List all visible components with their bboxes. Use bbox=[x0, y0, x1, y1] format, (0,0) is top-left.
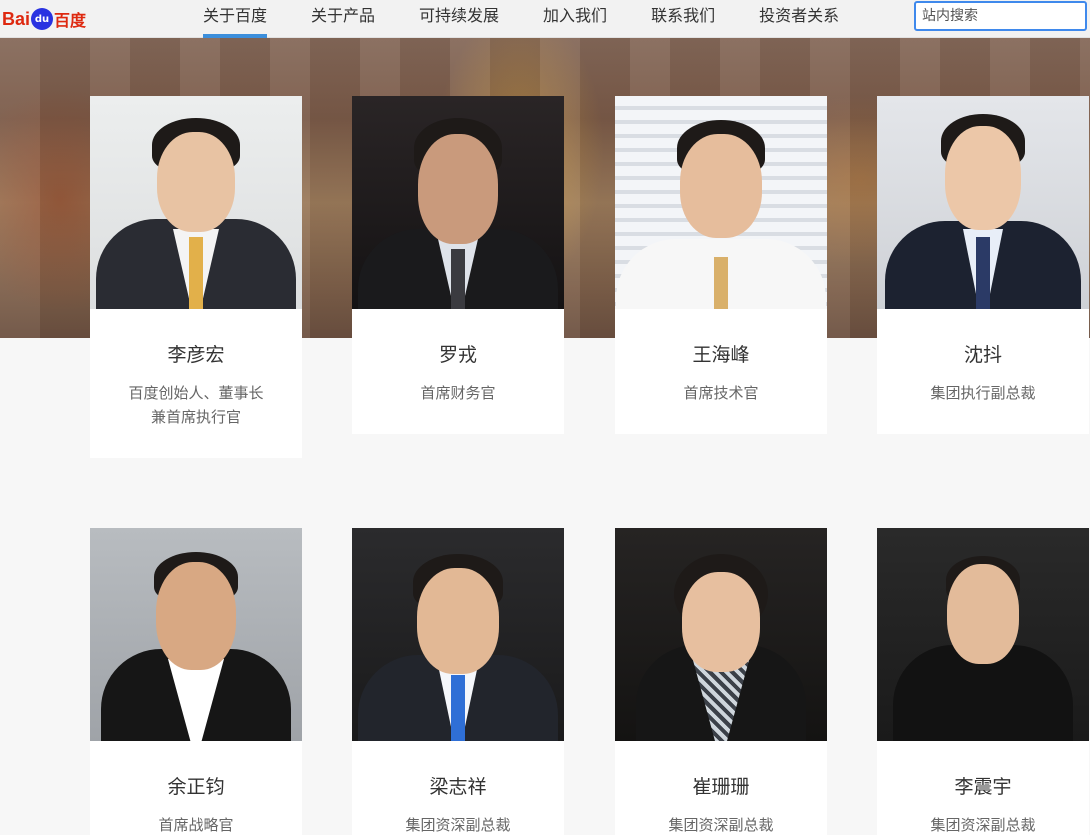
executive-name: 梁志祥 bbox=[429, 776, 487, 798]
logo-chinese-text: 百度 bbox=[54, 11, 87, 30]
executive-title-line: 集团资深副总裁 bbox=[668, 816, 774, 834]
executive-title-line: 集团资深副总裁 bbox=[405, 816, 511, 834]
executive-title: 百度创始人、董事长 兼首席执行官 bbox=[90, 381, 302, 429]
executive-name: 李彦宏 bbox=[167, 344, 225, 366]
executive-name: 罗戎 bbox=[438, 344, 477, 366]
executive-card[interactable]: 沈抖 集团执行副总裁 bbox=[877, 96, 1089, 434]
executive-title: 集团资深副总裁 bbox=[352, 813, 564, 835]
executive-photo bbox=[615, 528, 827, 741]
nav-item-about-baidu[interactable]: 关于百度 bbox=[190, 0, 280, 38]
executive-card[interactable]: 罗戎 首席财务官 bbox=[352, 96, 564, 434]
executive-name: 沈抖 bbox=[963, 344, 1002, 366]
main-nav: 关于百度 关于产品 可持续发展 加入我们 联系我们 投资者关系 bbox=[190, 0, 870, 38]
executive-photo bbox=[615, 96, 827, 309]
executive-card[interactable]: 梁志祥 集团资深副总裁 bbox=[352, 528, 564, 835]
executive-title-line: 首席技术官 bbox=[683, 384, 759, 402]
nav-item-join-us[interactable]: 加入我们 bbox=[530, 0, 620, 38]
executive-name: 崔珊珊 bbox=[692, 776, 750, 798]
paw-icon: du bbox=[31, 8, 54, 30]
executive-title: 集团资深副总裁 bbox=[615, 813, 827, 835]
site-search-input[interactable] bbox=[914, 1, 1087, 31]
top-navigation-bar: Bai du 百度 关于百度 关于产品 可持续发展 加入我们 联系我们 投资者关… bbox=[0, 0, 1090, 38]
executive-title-line: 首席战略官 bbox=[158, 816, 234, 834]
executive-title-line: 首席财务官 bbox=[420, 384, 496, 402]
executive-name: 王海峰 bbox=[692, 344, 750, 366]
executive-photo bbox=[90, 96, 302, 309]
executive-title-line: 集团资深副总裁 bbox=[930, 816, 1036, 834]
executive-card[interactable]: 李震宇 集团资深副总裁 bbox=[877, 528, 1089, 835]
executive-name: 余正钧 bbox=[167, 776, 225, 798]
page: Bai du 百度 关于百度 关于产品 可持续发展 加入我们 联系我们 投资者关… bbox=[0, 0, 1090, 835]
baidu-logo[interactable]: Bai du 百度 bbox=[2, 6, 86, 32]
executive-title: 集团执行副总裁 bbox=[877, 381, 1089, 405]
nav-item-contact-us[interactable]: 联系我们 bbox=[638, 0, 728, 38]
nav-item-sustainability[interactable]: 可持续发展 bbox=[406, 0, 512, 38]
executive-card[interactable]: 崔珊珊 集团资深副总裁 bbox=[615, 528, 827, 835]
executive-photo bbox=[352, 96, 564, 309]
executive-photo bbox=[877, 528, 1089, 741]
nav-item-about-products[interactable]: 关于产品 bbox=[298, 0, 388, 38]
nav-item-investor-relations[interactable]: 投资者关系 bbox=[746, 0, 852, 38]
executive-photo bbox=[877, 96, 1089, 309]
executive-name: 李震宇 bbox=[954, 776, 1012, 798]
executive-title-line: 百度创始人、董事长 bbox=[128, 384, 264, 402]
executive-title-line: 集团执行副总裁 bbox=[930, 384, 1036, 402]
executive-title: 首席技术官 bbox=[615, 381, 827, 405]
executive-title: 首席财务官 bbox=[352, 381, 564, 405]
executive-card[interactable]: 余正钧 首席战略官 bbox=[90, 528, 302, 835]
executive-title: 首席战略官 bbox=[90, 813, 302, 835]
executive-title-line: 兼首席执行官 bbox=[150, 408, 241, 426]
executive-photo bbox=[352, 528, 564, 741]
executive-card[interactable]: 王海峰 首席技术官 bbox=[615, 96, 827, 434]
executive-title: 集团资深副总裁 bbox=[877, 813, 1089, 835]
logo-text: Bai bbox=[2, 8, 31, 29]
executive-photo bbox=[90, 528, 302, 741]
executive-card[interactable]: 李彦宏 百度创始人、董事长 兼首席执行官 bbox=[90, 96, 302, 458]
